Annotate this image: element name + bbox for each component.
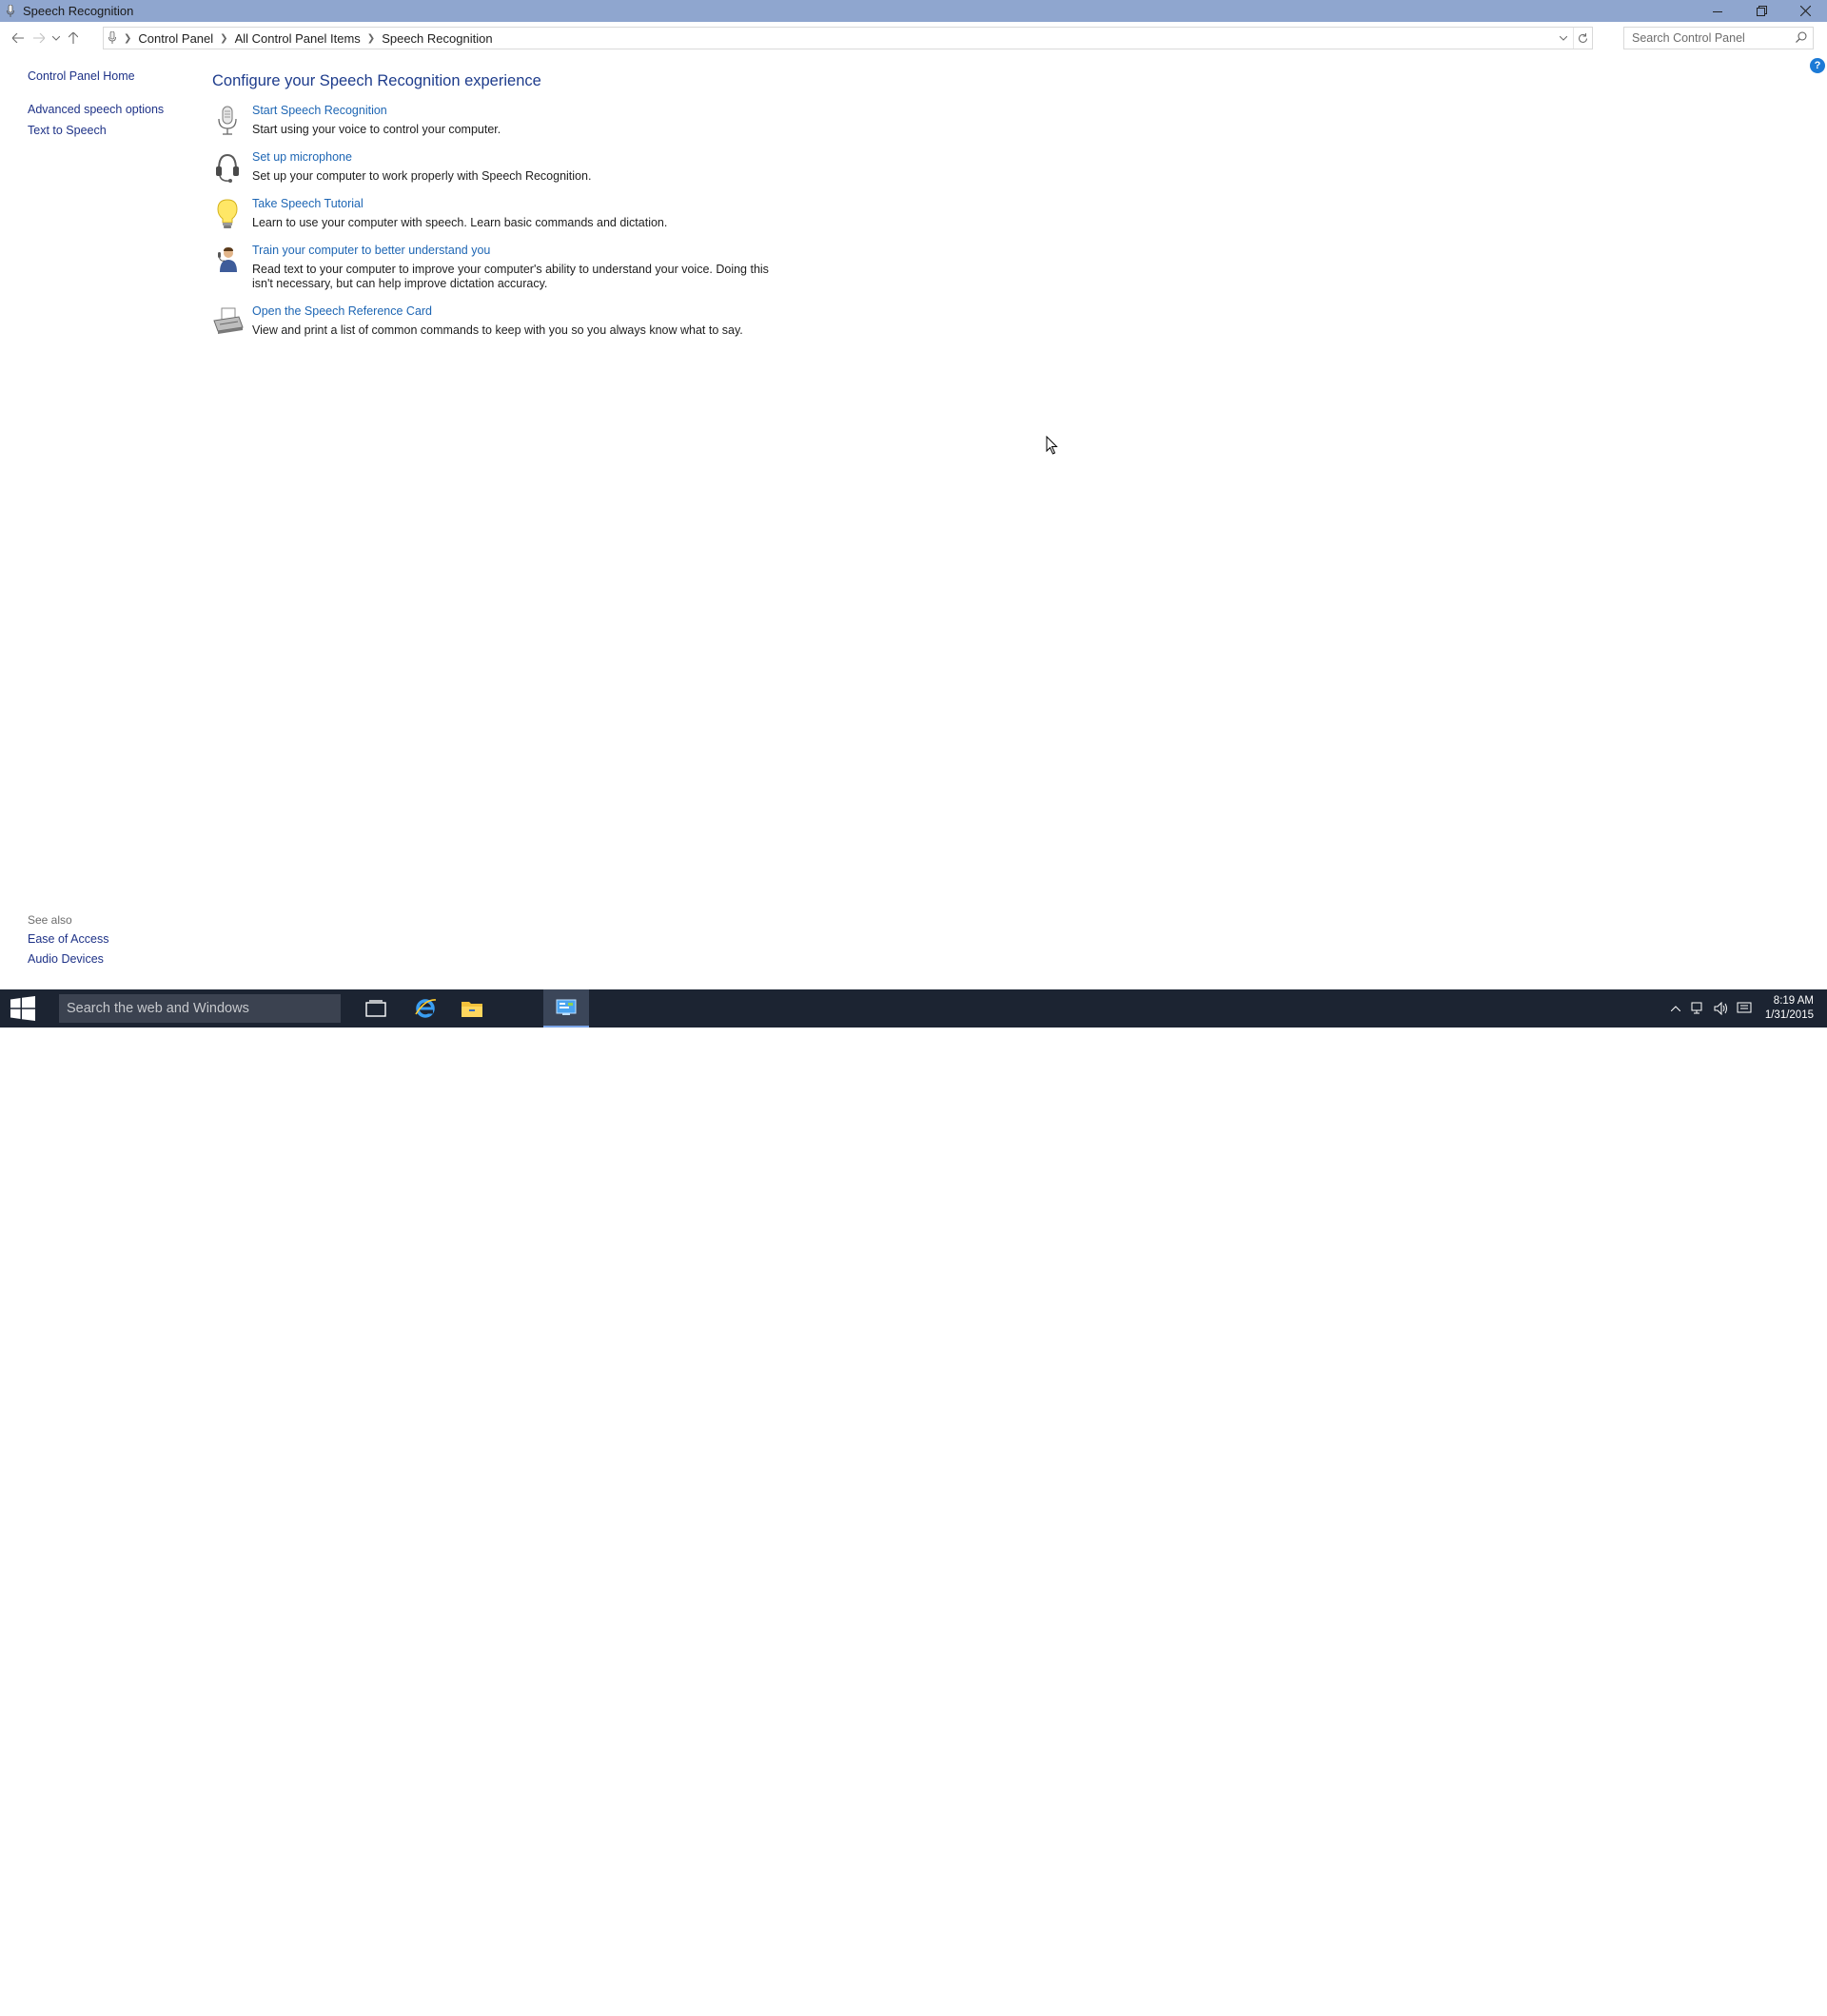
- clock-time: 8:19 AM: [1773, 995, 1814, 1007]
- task-description: Start using your voice to control your c…: [252, 123, 501, 136]
- control-panel-icon: [556, 999, 577, 1015]
- task-description: Read text to your computer to improve yo…: [252, 263, 769, 290]
- chevron-up-icon: [1670, 1006, 1680, 1011]
- refresh-button[interactable]: [1573, 28, 1592, 49]
- chevron-down-icon: [52, 35, 60, 41]
- title-bar: Speech Recognition: [0, 0, 1827, 22]
- mouse-cursor: [1046, 435, 1059, 458]
- breadcrumb-control-panel[interactable]: Control Panel: [138, 31, 213, 46]
- lightbulb-icon: [212, 197, 243, 229]
- system-tray: 8:19 AM 1/31/2015: [1664, 989, 1827, 1028]
- headset-icon: [212, 150, 243, 183]
- taskbar-search-box[interactable]: Search the web and Windows: [59, 994, 341, 1023]
- nav-control-panel-home[interactable]: Control Panel Home: [28, 69, 164, 83]
- chevron-right-icon[interactable]: ❯: [124, 33, 131, 44]
- network-icon: [1691, 1002, 1702, 1014]
- internet-explorer-icon: [415, 999, 437, 1018]
- internet-explorer-button[interactable]: [403, 989, 448, 1028]
- control-panel-taskbar-button[interactable]: [543, 989, 589, 1028]
- start-speech-recognition-link[interactable]: Start Speech Recognition: [252, 104, 387, 117]
- main-content: Configure your Speech Recognition experi…: [212, 72, 769, 337]
- set-up-microphone-link[interactable]: Set up microphone: [252, 150, 352, 164]
- see-also-section: See also Ease of Access Audio Devices: [28, 913, 108, 972]
- help-icon: ?: [1814, 60, 1821, 71]
- windows-logo-icon: [10, 996, 35, 1021]
- address-tools: [1554, 28, 1592, 49]
- microphone-icon: [108, 31, 117, 45]
- search-box[interactable]: [1623, 27, 1814, 49]
- task-start-speech-recognition: Start Speech Recognition Start using you…: [212, 104, 802, 142]
- start-button[interactable]: [0, 989, 46, 1028]
- action-center-button[interactable]: [1733, 989, 1756, 1028]
- task-speech-reference-card: Open the Speech Reference Card View and …: [212, 304, 802, 343]
- take-speech-tutorial-link[interactable]: Take Speech Tutorial: [252, 197, 363, 210]
- train-computer-link[interactable]: Train your computer to better understand…: [252, 244, 490, 257]
- close-button[interactable]: [1783, 0, 1827, 22]
- navigation-bar: ❯ Control Panel ❯ All Control Panel Item…: [0, 26, 1827, 50]
- person-speaking-icon: [212, 244, 243, 276]
- network-button[interactable]: [1687, 989, 1710, 1028]
- nav-advanced-speech-options[interactable]: Advanced speech options: [28, 103, 164, 116]
- see-also-audio-devices[interactable]: Audio Devices: [28, 952, 108, 966]
- volume-button[interactable]: [1710, 989, 1733, 1028]
- task-train-computer: Train your computer to better understand…: [212, 244, 802, 297]
- task-description: Learn to use your computer with speech. …: [252, 216, 668, 229]
- up-arrow-icon: [69, 32, 78, 44]
- chevron-down-icon: [1560, 35, 1567, 41]
- see-also-heading: See also: [28, 913, 72, 927]
- nav-text-to-speech[interactable]: Text to Speech: [28, 124, 164, 137]
- refresh-icon: [1579, 32, 1587, 43]
- microphone-icon: [4, 4, 17, 18]
- search-icon[interactable]: [1796, 31, 1807, 46]
- minimize-button[interactable]: [1696, 0, 1739, 22]
- breadcrumb: ❯ Control Panel ❯ All Control Panel Item…: [117, 31, 493, 46]
- search-input[interactable]: [1632, 31, 1790, 45]
- recent-locations-button[interactable]: [49, 28, 63, 49]
- folder-icon: [462, 1002, 482, 1017]
- task-view-icon: [365, 1000, 386, 1017]
- task-description: Set up your computer to work properly wi…: [252, 169, 592, 183]
- back-arrow-icon: [12, 33, 24, 43]
- see-also-ease-of-access[interactable]: Ease of Access: [28, 932, 108, 946]
- speech-reference-card-link[interactable]: Open the Speech Reference Card: [252, 304, 432, 318]
- up-button[interactable]: [63, 28, 84, 49]
- address-dropdown-button[interactable]: [1554, 28, 1573, 49]
- left-navigation: Control Panel Home Advanced speech optio…: [28, 69, 164, 137]
- taskbar-clock[interactable]: 8:19 AM 1/31/2015: [1765, 994, 1814, 1023]
- breadcrumb-speech-recognition[interactable]: Speech Recognition: [382, 31, 492, 46]
- restore-button[interactable]: [1739, 0, 1783, 22]
- clock-date: 1/31/2015: [1764, 1009, 1814, 1021]
- task-view-button[interactable]: [353, 989, 399, 1028]
- window-title: Speech Recognition: [23, 4, 134, 18]
- book-icon: [1588, 1978, 1636, 2012]
- task-take-speech-tutorial: Take Speech Tutorial Learn to use your c…: [212, 197, 802, 235]
- speaker-icon: [1714, 1002, 1727, 1015]
- page-title: Configure your Speech Recognition experi…: [212, 72, 541, 89]
- window-controls: [1696, 0, 1827, 22]
- show-hidden-icons-button[interactable]: [1664, 989, 1687, 1028]
- chevron-right-icon[interactable]: ❯: [220, 33, 227, 44]
- breadcrumb-all-control-panel-items[interactable]: All Control Panel Items: [235, 31, 361, 46]
- watermark-text: The Collection Book: [1640, 1983, 1795, 2003]
- help-button[interactable]: ?: [1810, 58, 1825, 73]
- chevron-right-icon[interactable]: ❯: [367, 33, 375, 44]
- address-bar[interactable]: ❯ Control Panel ❯ All Control Panel Item…: [103, 27, 1593, 49]
- task-description: View and print a list of common commands…: [252, 323, 743, 337]
- microphone-icon: [212, 104, 243, 136]
- taskbar-search-placeholder: Search the web and Windows: [67, 1001, 249, 1016]
- watermark: The Collection Book: [1587, 1970, 1827, 2016]
- file-explorer-button[interactable]: [449, 989, 495, 1028]
- taskbar: Search the web and Windows The Collectio…: [0, 989, 1827, 2012]
- task-set-up-microphone: Set up microphone Set up your computer t…: [212, 150, 802, 188]
- back-button[interactable]: [8, 28, 29, 49]
- printer-icon: [212, 304, 244, 337]
- forward-arrow-icon: [33, 33, 45, 43]
- notification-icon: [1737, 1002, 1752, 1013]
- forward-button[interactable]: [29, 28, 49, 49]
